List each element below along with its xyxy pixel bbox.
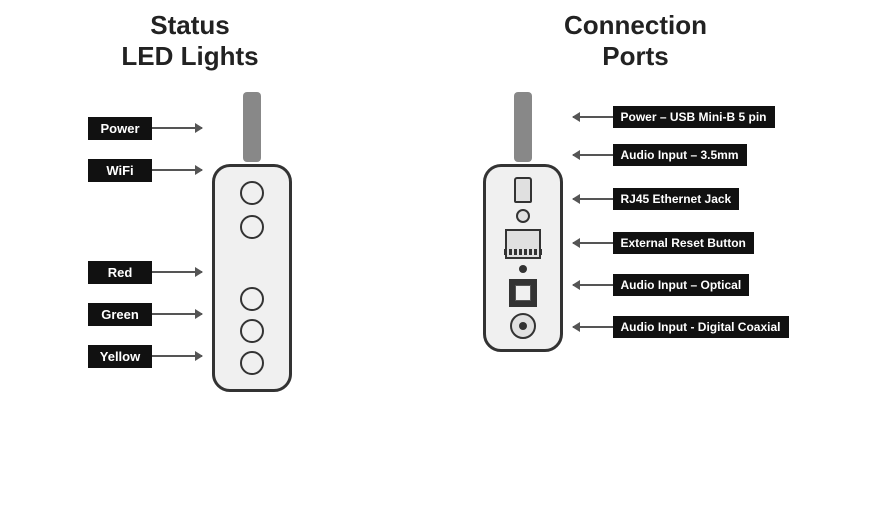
rj45-arrow (573, 198, 613, 200)
35mm-arrow (573, 154, 613, 156)
right-label-rj45: RJ45 Ethernet Jack (573, 174, 789, 224)
port-optical (509, 279, 537, 307)
left-antenna (243, 92, 261, 162)
port-coax (510, 313, 536, 339)
label-row-power: Power (88, 107, 202, 149)
yellow-label: Yellow (88, 345, 152, 368)
right-label-usb: Power – USB Mini-B 5 pin (573, 98, 789, 136)
right-label-reset: External Reset Button (573, 224, 789, 262)
power-arrow (152, 127, 202, 129)
right-label-optical: Audio Input – Optical (573, 262, 789, 308)
yellow-arrow (152, 355, 202, 357)
port-coax-inner (519, 322, 527, 330)
rj45-pin (519, 249, 522, 255)
coax-arrow (573, 326, 613, 328)
power-led (240, 181, 264, 205)
optical-arrow (573, 284, 613, 286)
usb-arrow (573, 116, 613, 118)
left-title: Status LED Lights (121, 10, 258, 72)
right-device-container (483, 164, 563, 352)
port-35mm (516, 209, 530, 223)
spacer (88, 191, 202, 251)
wifi-arrow (152, 169, 202, 171)
left-device-container (212, 164, 292, 392)
right-diagram: Power – USB Mini-B 5 pin Audio Input – 3… (483, 92, 789, 352)
rj45-pin (504, 249, 507, 255)
rj45-label: RJ45 Ethernet Jack (613, 188, 740, 210)
rj45-pin (539, 249, 542, 255)
optical-label: Audio Input – Optical (613, 274, 750, 296)
left-device-body (212, 164, 292, 392)
rj45-pins (504, 249, 542, 255)
yellow-led (240, 351, 264, 375)
green-led (240, 319, 264, 343)
led-group (240, 287, 264, 375)
red-label: Red (88, 261, 152, 284)
power-label: Power (88, 117, 152, 140)
right-label-coax: Audio Input - Digital Coaxial (573, 308, 789, 346)
right-antenna (514, 92, 532, 162)
right-label-35mm: Audio Input – 3.5mm (573, 136, 789, 174)
label-row-wifi: WiFi (88, 149, 202, 191)
usb-label: Power – USB Mini-B 5 pin (613, 106, 775, 128)
label-row-yellow: Yellow (88, 335, 202, 377)
port-optical-inner (515, 285, 531, 301)
red-led (240, 287, 264, 311)
rj45-pin (534, 249, 537, 255)
reset-arrow (573, 242, 613, 244)
wifi-led (240, 215, 264, 239)
rj45-pin (529, 249, 532, 255)
rj45-pin (509, 249, 512, 255)
right-title: Connection Ports (564, 10, 707, 72)
port-reset (519, 265, 527, 273)
port-rj45 (505, 229, 541, 259)
green-label: Green (88, 303, 152, 326)
left-diagram: Power WiFi Red Green (88, 92, 292, 392)
coax-label: Audio Input - Digital Coaxial (613, 316, 789, 338)
rj45-pin (514, 249, 517, 255)
label-row-green: Green (88, 293, 202, 335)
35mm-label: Audio Input – 3.5mm (613, 144, 747, 166)
diagram: Status LED Lights Power WiFi (0, 0, 891, 507)
right-section: Connection Ports (380, 10, 891, 352)
left-labels: Power WiFi Red Green (88, 107, 202, 377)
right-labels: Power – USB Mini-B 5 pin Audio Input – 3… (573, 98, 789, 346)
reset-label: External Reset Button (613, 232, 754, 254)
rj45-pin (524, 249, 527, 255)
port-usb (514, 177, 532, 203)
green-arrow (152, 313, 202, 315)
wifi-label: WiFi (88, 159, 152, 182)
left-section: Status LED Lights Power WiFi (0, 10, 380, 392)
label-row-red: Red (88, 251, 202, 293)
right-device-body (483, 164, 563, 352)
red-arrow (152, 271, 202, 273)
